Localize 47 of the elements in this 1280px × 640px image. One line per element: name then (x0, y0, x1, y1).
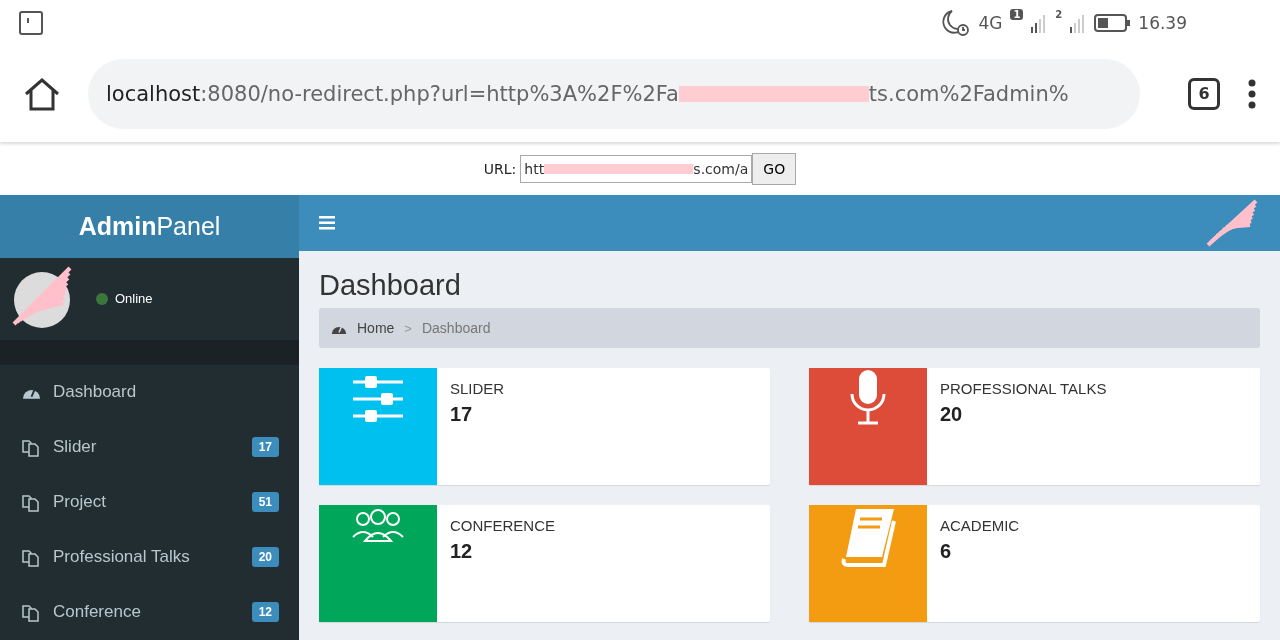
card-label: SLIDER (450, 380, 505, 397)
home-icon[interactable] (24, 76, 60, 111)
card-value: 17 (450, 403, 474, 426)
sim-number: 1 (1010, 8, 1024, 20)
menu-icon[interactable] (319, 216, 335, 230)
user-status: Online (115, 291, 153, 307)
breadcrumb-separator: > (404, 320, 412, 336)
copy-icon (22, 547, 41, 567)
moon-alarm-icon (940, 8, 971, 37)
count-badge: 17 (251, 437, 279, 458)
network-type: 4G (978, 12, 1003, 33)
go-button[interactable]: GO (752, 152, 797, 185)
sidebar-item[interactable]: Project 51 (0, 474, 299, 530)
copy-icon (22, 437, 41, 457)
online-status-dot (96, 292, 108, 305)
sidebar-item[interactable]: Professional Talks 20 (0, 529, 299, 585)
url-label: URL: (483, 160, 517, 177)
signal-icon (1031, 12, 1048, 33)
app-logo[interactable]: AdminPanel (0, 195, 299, 258)
microphone-icon (848, 370, 888, 426)
sidebar-item[interactable]: Dashboard (0, 364, 299, 420)
card-label: ACADEMIC (940, 517, 1020, 534)
copy-icon (22, 492, 41, 512)
card-value: 6 (940, 540, 953, 563)
address-bar[interactable]: localhost:8080/no-redirect.php?url=http%3A%2F%2Fa ts.com%2Fadmin% (88, 58, 1140, 129)
count-badge: 12 (251, 602, 279, 623)
card-label: CONFERENCE (450, 517, 555, 534)
copy-icon (22, 602, 41, 622)
people-icon (352, 507, 404, 543)
card-value: 20 (940, 403, 964, 426)
more-menu-icon[interactable] (1248, 78, 1256, 109)
signal-icon (1070, 12, 1087, 33)
card-value: 12 (450, 540, 474, 563)
count-badge: 20 (251, 547, 279, 568)
sidebar-item[interactable]: Conference 12 (0, 584, 299, 640)
url-field[interactable]: htt s.com/a (520, 154, 753, 183)
tab-count-button[interactable]: 6 (1188, 77, 1220, 110)
sidebar-item[interactable]: Slider 17 (0, 419, 299, 475)
sim-number: 2 (1055, 8, 1063, 20)
notification-icon (18, 9, 44, 36)
breadcrumb-current: Dashboard (421, 320, 491, 336)
battery-icon (1094, 13, 1131, 32)
page-title: Dashboard (319, 269, 462, 302)
count-badge: 51 (251, 492, 279, 513)
clock-time: 16.39 (1138, 12, 1187, 33)
breadcrumb-link[interactable]: Home (357, 320, 395, 336)
card-label: PROFESSIONAL TALKS (940, 380, 1107, 397)
